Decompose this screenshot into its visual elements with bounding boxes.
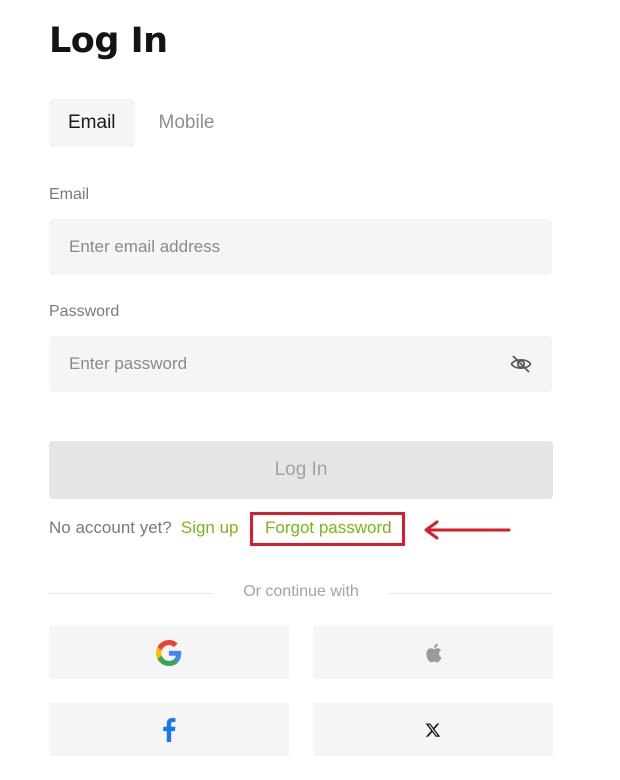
google-login-button[interactable] <box>49 626 289 679</box>
facebook-icon <box>163 717 176 742</box>
signup-link[interactable]: Sign up <box>181 518 239 538</box>
account-links-row: No account yet? Sign up <box>49 516 239 540</box>
apple-login-button[interactable] <box>313 626 553 679</box>
divider-right <box>389 593 552 594</box>
email-label: Email <box>49 186 90 203</box>
divider-left <box>49 593 213 594</box>
password-label: Password <box>49 303 120 320</box>
password-field-container <box>49 336 552 392</box>
email-field-container <box>49 219 552 275</box>
forgot-password-link[interactable]: Forgot password <box>265 517 392 539</box>
or-continue-with-text: Or continue with <box>243 583 359 600</box>
password-input[interactable] <box>69 354 510 374</box>
email-input[interactable] <box>69 237 532 257</box>
x-icon <box>425 722 441 737</box>
x-login-button[interactable] <box>313 703 553 756</box>
no-account-text: No account yet? <box>49 518 172 537</box>
page-title: Log In <box>49 21 168 61</box>
eye-off-icon[interactable] <box>510 353 532 375</box>
google-icon <box>156 639 182 666</box>
tab-mobile[interactable]: Mobile <box>159 99 215 147</box>
login-method-tabs: Email Mobile <box>49 99 215 147</box>
highlight-arrow-icon <box>424 520 511 540</box>
tab-email[interactable]: Email <box>49 99 135 147</box>
login-button[interactable]: Log In <box>49 441 553 499</box>
apple-icon <box>426 643 442 662</box>
facebook-login-button[interactable] <box>49 703 289 756</box>
